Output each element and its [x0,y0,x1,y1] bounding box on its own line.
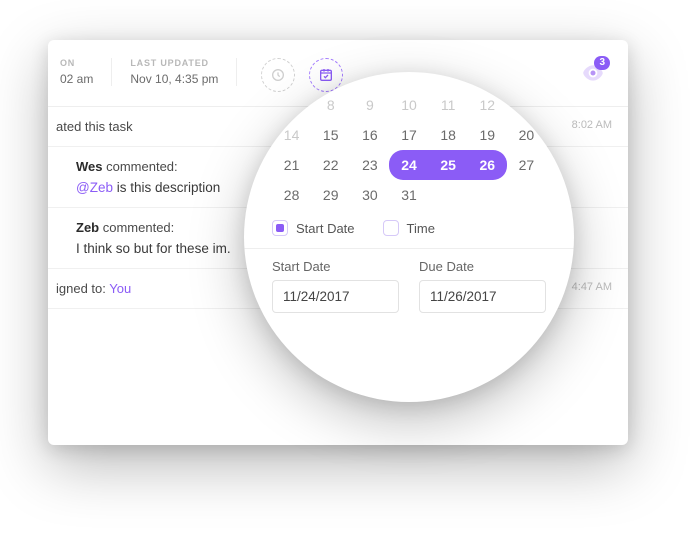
calendar-day[interactable]: 30 [350,180,389,210]
calendar-day[interactable]: 27 [507,150,546,180]
start-date-checkbox[interactable]: Start Date [272,220,355,236]
field-label: Due Date [419,259,546,274]
calendar-day[interactable]: 26 [468,150,507,180]
calendar-day[interactable]: 10 [389,90,428,120]
assigned-text: igned to: You [56,281,131,296]
calendar-day[interactable]: 28 [272,180,311,210]
calendar-day[interactable]: 23 [350,150,389,180]
calendar-day[interactable]: 22 [311,150,350,180]
watcher-count-badge: 3 [594,56,610,70]
checkbox-icon [383,220,399,236]
meta-last-updated: LAST UPDATED Nov 10, 4:35 pm [112,58,237,86]
due-date-input[interactable] [419,280,546,313]
calendar-day[interactable]: 19 [468,120,507,150]
calendar-day[interactable]: 20 [507,120,546,150]
activity-text: ated this task [56,119,133,134]
calendar-day[interactable]: 13 [507,90,546,120]
calendar-day[interactable]: 31 [389,180,428,210]
comment-header: Zeb commented: [76,220,174,235]
watchers[interactable]: 3 [580,60,606,91]
calendar-day [272,90,311,120]
meta-label: LAST UPDATED [130,58,218,68]
option-label: Time [407,221,435,236]
calendar-day[interactable]: 9 [350,90,389,120]
meta-created-on: ON 02 am [48,58,112,86]
calendar-day[interactable]: 12 [468,90,507,120]
calendar-day[interactable]: 16 [350,120,389,150]
start-date-field: Start Date [272,259,399,313]
calendar-options: Start Date Time [244,210,574,240]
calendar-day[interactable]: 8 [311,90,350,120]
meta-value: Nov 10, 4:35 pm [130,72,218,86]
comment-body: I think so but for these im. [76,241,231,256]
due-date-field: Due Date [419,259,546,313]
calendar-day[interactable]: 14 [272,120,311,150]
calendar: 8910111213 14151617181920 21222324252627 28… [244,72,574,210]
calendar-day[interactable]: 21 [272,150,311,180]
option-label: Start Date [296,221,355,236]
field-label: Start Date [272,259,399,274]
comment-text: is this description [113,180,220,195]
calendar-day[interactable]: 17 [389,120,428,150]
start-date-input[interactable] [272,280,399,313]
reminder-icon[interactable] [261,58,295,92]
assignee-link[interactable]: You [109,281,131,296]
time-checkbox[interactable]: Time [383,220,435,236]
calendar-day[interactable]: 25 [429,150,468,180]
comment-author: Zeb [76,220,99,235]
eye-icon [580,73,606,90]
comment-header: Wes commented: [76,159,178,174]
calendar-day[interactable]: 29 [311,180,350,210]
meta-value: 02 am [60,72,93,86]
activity-timestamp: 8:02 AM [572,119,612,131]
date-picker-popover: 8910111213 14151617181920 21222324252627 28… [244,72,574,402]
calendar-day[interactable]: 24 [389,150,428,180]
calendar-grid: 8910111213 14151617181920 21222324252627 28… [272,90,546,210]
mention[interactable]: @Zeb [76,180,113,195]
date-inputs: Start Date Due Date [244,249,574,313]
checkbox-icon [272,220,288,236]
calendar-day[interactable]: 11 [429,90,468,120]
comment-suffix: commented: [99,220,174,235]
activity-timestamp: 4:47 AM [572,281,612,293]
comment-suffix: commented: [103,159,178,174]
calendar-day[interactable]: 18 [429,120,468,150]
comment-author: Wes [76,159,103,174]
comment-body: @Zeb is this description [76,180,220,195]
meta-label: ON [60,58,93,68]
calendar-day[interactable]: 15 [311,120,350,150]
